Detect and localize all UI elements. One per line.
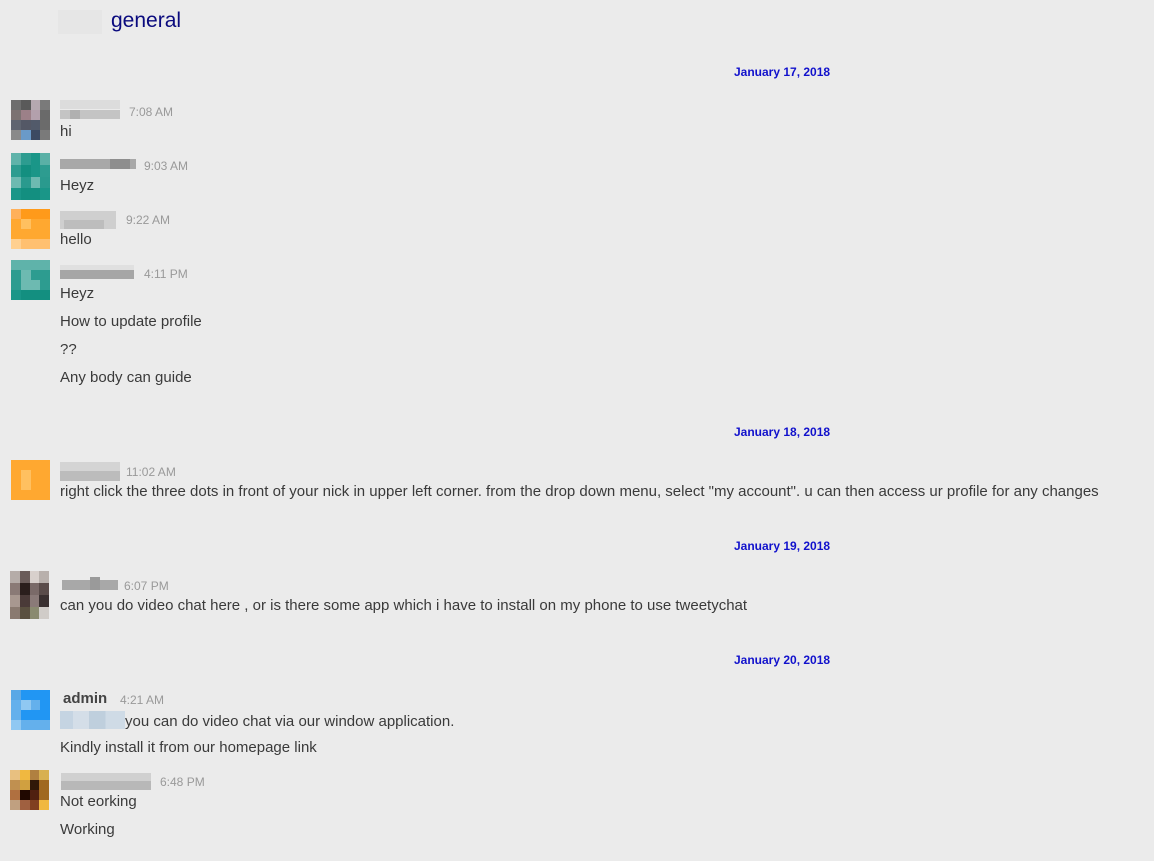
username-blurred[interactable] <box>60 265 134 284</box>
user-avatar[interactable] <box>11 100 50 140</box>
username-blurred[interactable] <box>60 211 116 230</box>
message-text: Any body can guide <box>60 369 192 386</box>
username-blurred[interactable] <box>62 577 118 596</box>
message-text: right click the three dots in front of y… <box>60 483 1099 500</box>
message-text: Heyz <box>60 285 95 302</box>
message-text: can you do video chat here , or is there… <box>60 597 748 614</box>
message-timestamp: 7:08 AM <box>129 105 174 119</box>
message-text: How to update profile <box>60 313 202 330</box>
message-timestamp: 6:48 PM <box>160 775 205 789</box>
user-avatar[interactable] <box>11 690 50 730</box>
user-avatar[interactable] <box>11 460 50 500</box>
username-blurred[interactable] <box>60 462 120 481</box>
message-text: ?? <box>60 341 77 358</box>
date-separator: January 20, 2018 <box>734 653 831 667</box>
message-text: Kindly install it from our homepage link <box>60 739 317 756</box>
username-blurred[interactable] <box>60 159 136 178</box>
message-text: hello <box>60 231 92 248</box>
date-separator: January 18, 2018 <box>734 425 831 439</box>
user-avatar[interactable] <box>11 209 50 249</box>
user-avatar[interactable] <box>11 153 50 200</box>
username-blurred[interactable] <box>60 100 120 119</box>
date-separator: January 17, 2018 <box>734 65 831 79</box>
message-text: hi <box>60 123 72 140</box>
channel-title[interactable]: general <box>111 9 181 33</box>
message-timestamp: 9:03 AM <box>144 159 189 173</box>
message-timestamp: 4:11 PM <box>144 267 188 281</box>
user-avatar[interactable] <box>10 770 49 810</box>
message-timestamp: 9:22 AM <box>126 213 171 227</box>
user-avatar[interactable] <box>10 571 49 619</box>
date-separator: January 19, 2018 <box>734 539 831 553</box>
message-text: you can do video chat via our window app… <box>125 713 455 730</box>
message-text: Heyz <box>60 177 95 194</box>
channel-logo <box>58 10 102 34</box>
message-text: Working <box>60 821 115 838</box>
message-timestamp: 4:21 AM <box>120 693 165 707</box>
user-avatar[interactable] <box>11 260 50 300</box>
message-timestamp: 6:07 PM <box>124 579 169 593</box>
username-blurred[interactable] <box>61 773 151 792</box>
message-timestamp: 11:02 AM <box>126 465 176 479</box>
message-text: Not eorking <box>60 793 137 810</box>
user-mention[interactable] <box>60 711 125 729</box>
author-name[interactable]: admin <box>63 690 107 707</box>
